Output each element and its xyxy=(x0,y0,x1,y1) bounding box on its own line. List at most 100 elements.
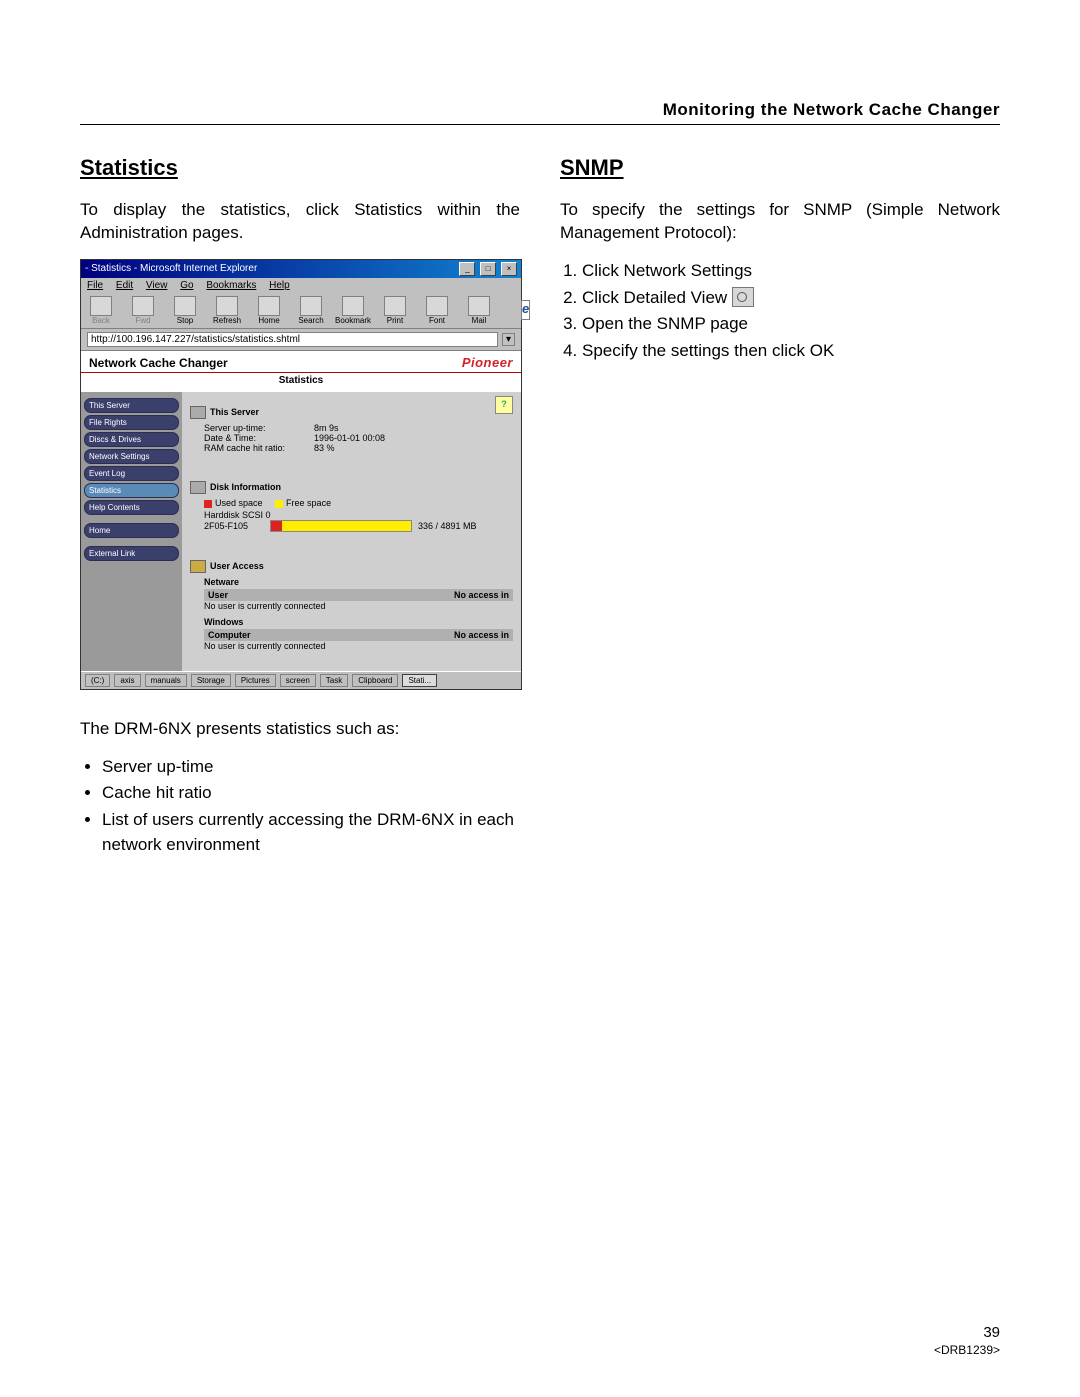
toolbar: Back Fwd Stop Refresh Home Search Bookma… xyxy=(81,293,521,329)
statistics-after: The DRM-6NX presents statistics such as: xyxy=(80,718,520,741)
address-dropdown-icon[interactable]: ▾ xyxy=(502,333,515,346)
taskbar-item-stati[interactable]: Stati... xyxy=(402,674,437,687)
detailed-view-icon xyxy=(732,287,754,307)
address-input[interactable] xyxy=(87,332,498,347)
disk-info-title: Disk Information xyxy=(210,482,281,492)
content-title: Network Cache Changer xyxy=(89,356,228,370)
snmp-heading: SNMP xyxy=(560,155,1000,181)
windows-label: Windows xyxy=(204,617,513,627)
windows-msg: No user is currently connected xyxy=(204,641,513,651)
taskbar-item-storage[interactable]: Storage xyxy=(191,674,231,687)
uptime-label: Server up-time: xyxy=(204,423,314,433)
menu-help[interactable]: Help xyxy=(269,280,290,291)
page-footer: 39 <DRB1239> xyxy=(934,1324,1000,1357)
legend-free-swatch xyxy=(275,500,283,508)
content-subheader: Statistics xyxy=(81,373,521,392)
help-icon[interactable]: ? xyxy=(495,396,513,414)
page-number: 39 xyxy=(934,1324,1000,1341)
mail-button[interactable]: Mail xyxy=(465,296,493,325)
taskbar-item-manuals[interactable]: manuals xyxy=(145,674,187,687)
step-3: Open the SNMP page xyxy=(582,312,1000,337)
netware-msg: No user is currently connected xyxy=(204,601,513,611)
cache-label: RAM cache hit ratio: xyxy=(204,443,314,453)
netware-access-col: No access in xyxy=(454,590,509,600)
menu-edit[interactable]: Edit xyxy=(116,280,133,291)
step-1: Click Network Settings xyxy=(582,259,1000,284)
doc-id: <DRB1239> xyxy=(934,1343,1000,1357)
maximize-button[interactable]: □ xyxy=(480,262,496,276)
disk-row-size: 336 / 4891 MB xyxy=(418,521,477,531)
window-title-text: - Statistics - Microsoft Internet Explor… xyxy=(85,263,257,274)
disk-usage-bar xyxy=(270,520,412,532)
browser-window: - Statistics - Microsoft Internet Explor… xyxy=(80,259,522,690)
sidebar-item-this-server[interactable]: This Server xyxy=(84,398,179,413)
bullet-uptime: Server up-time xyxy=(102,755,520,780)
sidebar-item-external-link[interactable]: External Link xyxy=(84,546,179,561)
menu-file[interactable]: File xyxy=(87,280,103,291)
address-bar: ▾ xyxy=(81,329,521,351)
sidebar-item-file-rights[interactable]: File Rights xyxy=(84,415,179,430)
sidebar-item-network-settings[interactable]: Network Settings xyxy=(84,449,179,464)
back-button[interactable]: Back xyxy=(87,296,115,325)
home-button[interactable]: Home xyxy=(255,296,283,325)
taskbar-item-c[interactable]: (C:) xyxy=(85,674,110,687)
datetime-value: 1996-01-01 00:08 xyxy=(314,433,385,443)
menu-bookmarks[interactable]: Bookmarks xyxy=(206,280,256,291)
sidebar: This Server File Rights Discs & Drives N… xyxy=(81,392,182,671)
print-button[interactable]: Print xyxy=(381,296,409,325)
left-column: Statistics To display the statistics, cl… xyxy=(80,155,520,859)
step-2: Click Detailed View xyxy=(582,286,1000,311)
statistics-heading: Statistics xyxy=(80,155,520,181)
disk-row-name: 2F05-F105 xyxy=(204,521,264,531)
window-controls: _ □ × xyxy=(457,262,517,276)
close-button[interactable]: × xyxy=(501,262,517,276)
bullet-users: List of users currently accessing the DR… xyxy=(102,808,520,857)
sidebar-item-event-log[interactable]: Event Log xyxy=(84,466,179,481)
sidebar-item-help-contents[interactable]: Help Contents xyxy=(84,500,179,515)
stats-panel: ? This Server Server up-time:8m 9s Date … xyxy=(182,392,521,671)
statistics-bullets: Server up-time Cache hit ratio List of u… xyxy=(80,755,520,858)
menubar: File Edit View Go Bookmarks Help xyxy=(81,278,521,293)
ie-logo-icon: e xyxy=(521,300,530,320)
bookmark-button[interactable]: Bookmark xyxy=(339,296,367,325)
taskbar-item-screen[interactable]: screen xyxy=(280,674,316,687)
search-button[interactable]: Search xyxy=(297,296,325,325)
disk-icon xyxy=(190,481,206,494)
sidebar-item-home[interactable]: Home xyxy=(84,523,179,538)
uptime-value: 8m 9s xyxy=(314,423,339,433)
user-access-icon xyxy=(190,560,206,573)
minimize-button[interactable]: _ xyxy=(459,262,475,276)
content-frame: Network Cache Changer Pioneer Statistics… xyxy=(81,351,521,671)
snmp-steps: Click Network Settings Click Detailed Vi… xyxy=(560,259,1000,364)
titlebar: - Statistics - Microsoft Internet Explor… xyxy=(81,260,521,278)
taskbar-item-pictures[interactable]: Pictures xyxy=(235,674,276,687)
datetime-label: Date & Time: xyxy=(204,433,314,443)
sidebar-item-statistics[interactable]: Statistics xyxy=(84,483,179,498)
taskbar-item-task[interactable]: Task xyxy=(320,674,348,687)
harddisk-label: Harddisk SCSI 0 xyxy=(204,510,513,520)
taskbar: (C:) axis manuals Storage Pictures scree… xyxy=(81,671,521,689)
step-4: Specify the settings then click OK xyxy=(582,339,1000,364)
legend-used-swatch xyxy=(204,500,212,508)
windows-computer-col: Computer xyxy=(208,630,251,640)
netware-label: Netware xyxy=(204,577,513,587)
font-button[interactable]: Font xyxy=(423,296,451,325)
bullet-cache: Cache hit ratio xyxy=(102,781,520,806)
cache-value: 83 % xyxy=(314,443,335,453)
legend-free-label: Free space xyxy=(286,498,331,508)
menu-go[interactable]: Go xyxy=(180,280,193,291)
pioneer-logo: Pioneer xyxy=(462,355,513,370)
windows-access-col: No access in xyxy=(454,630,509,640)
user-access-title: User Access xyxy=(210,561,264,571)
refresh-button[interactable]: Refresh xyxy=(213,296,241,325)
taskbar-item-clipboard[interactable]: Clipboard xyxy=(352,674,398,687)
page-header-title: Monitoring the Network Cache Changer xyxy=(80,100,1000,125)
this-server-title: This Server xyxy=(210,407,259,417)
taskbar-item-axis[interactable]: axis xyxy=(114,674,140,687)
netware-user-col: User xyxy=(208,590,228,600)
menu-view[interactable]: View xyxy=(146,280,168,291)
sidebar-item-discs-drives[interactable]: Discs & Drives xyxy=(84,432,179,447)
stop-button[interactable]: Stop xyxy=(171,296,199,325)
forward-button[interactable]: Fwd xyxy=(129,296,157,325)
right-column: SNMP To specify the settings for SNMP (S… xyxy=(560,155,1000,859)
